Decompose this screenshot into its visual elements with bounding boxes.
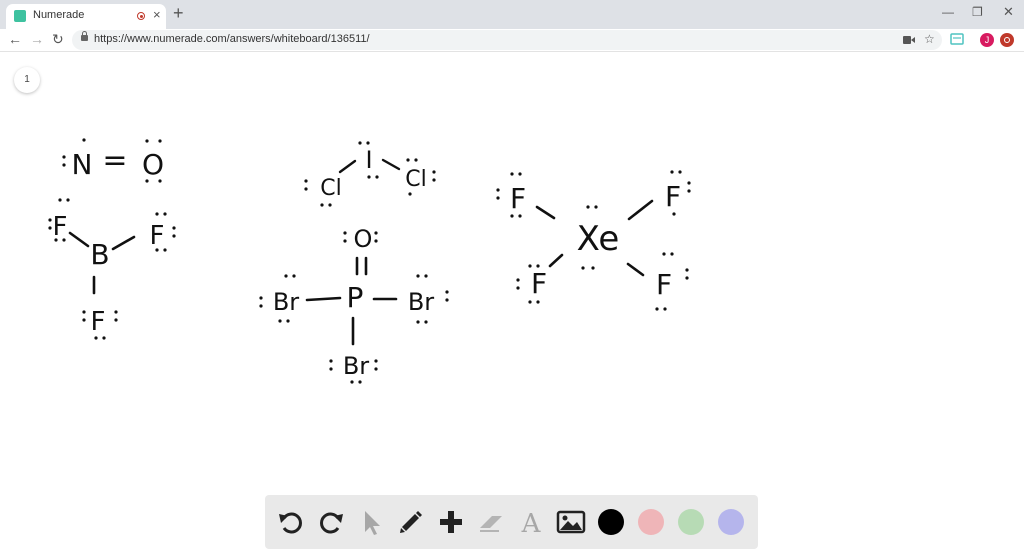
atom-f-bottom-right: F (656, 268, 672, 301)
atom-p: P (347, 281, 364, 314)
whiteboard-canvas[interactable]: N = O B F F F I Cl Cl O P Br Br Br Xe F … (0, 52, 1024, 554)
browser-toolbar: ← → ↻ https://www.numerade.com/answers/w… (0, 29, 1024, 52)
drawing-toolbar: A (265, 495, 758, 549)
tab-title: Numerade (33, 9, 85, 21)
atom-i: I (365, 146, 372, 174)
url-text: https://www.numerade.com/answers/whitebo… (94, 33, 370, 45)
atom-f-left: F (53, 212, 68, 242)
pointer-icon[interactable] (355, 506, 387, 538)
forward-icon[interactable]: → (30, 31, 44, 47)
extension-icon[interactable] (950, 32, 964, 46)
numerade-favicon-icon (14, 10, 26, 22)
image-icon[interactable] (555, 506, 587, 538)
double-bond: = (102, 143, 127, 178)
atom-br-left: Br (273, 288, 299, 316)
atom-cl-right: Cl (405, 167, 426, 192)
redo-icon[interactable] (315, 506, 347, 538)
restore-icon[interactable]: ❐ (972, 5, 983, 19)
tab-strip: Numerade × + — ❐ ✕ (0, 0, 1024, 29)
color-purple-swatch[interactable] (718, 509, 744, 535)
atom-cl-left: Cl (320, 176, 341, 201)
atom-o-top: O (354, 225, 373, 253)
undo-icon[interactable] (275, 506, 307, 538)
tab-close-icon[interactable]: × (153, 7, 161, 22)
text-icon[interactable]: A (515, 506, 547, 538)
tab-numerade[interactable]: Numerade × (6, 4, 166, 29)
atom-f-right: F (150, 221, 165, 251)
atom-f-top-left: F (510, 182, 526, 215)
profile-avatar[interactable]: J (980, 33, 994, 47)
eraser-icon[interactable] (475, 506, 507, 538)
bookmark-star-icon[interactable]: ☆ (924, 32, 935, 46)
structure-pobr3: O P Br Br Br (259, 225, 449, 384)
pen-icon[interactable] (395, 506, 427, 538)
close-window-icon[interactable]: ✕ (1003, 4, 1014, 20)
structure-no: N = O (62, 138, 164, 183)
back-icon[interactable]: ← (8, 31, 22, 47)
color-pink-swatch[interactable] (638, 509, 664, 535)
minimize-icon[interactable]: — (942, 5, 954, 19)
structure-icl2: I Cl Cl (304, 141, 436, 207)
atom-br-bottom: Br (343, 352, 369, 380)
atom-f-bottom-left: F (531, 267, 547, 300)
structure-xef4: Xe F F F F (496, 170, 691, 311)
atom-f-top-right: F (665, 180, 681, 213)
atom-o: O (142, 148, 164, 181)
svg-text:A: A (521, 509, 542, 538)
lock-icon (81, 31, 88, 41)
structure-bf3: B F F F (48, 198, 176, 340)
atom-n: N (72, 148, 93, 181)
address-bar[interactable]: https://www.numerade.com/answers/whitebo… (72, 30, 942, 50)
recording-indicator-icon (137, 12, 145, 20)
reload-icon[interactable]: ↻ (52, 31, 64, 47)
add-icon[interactable] (435, 506, 467, 538)
atom-f-bottom: F (91, 307, 106, 337)
color-green-swatch[interactable] (678, 509, 704, 535)
camera-icon[interactable] (903, 35, 915, 45)
extension-record-icon[interactable] (1000, 33, 1014, 47)
atom-xe: Xe (577, 219, 620, 259)
color-black-swatch[interactable] (598, 509, 624, 535)
new-tab-button[interactable]: + (173, 4, 184, 22)
atom-br-right: Br (408, 288, 434, 316)
atom-b: B (90, 238, 109, 271)
